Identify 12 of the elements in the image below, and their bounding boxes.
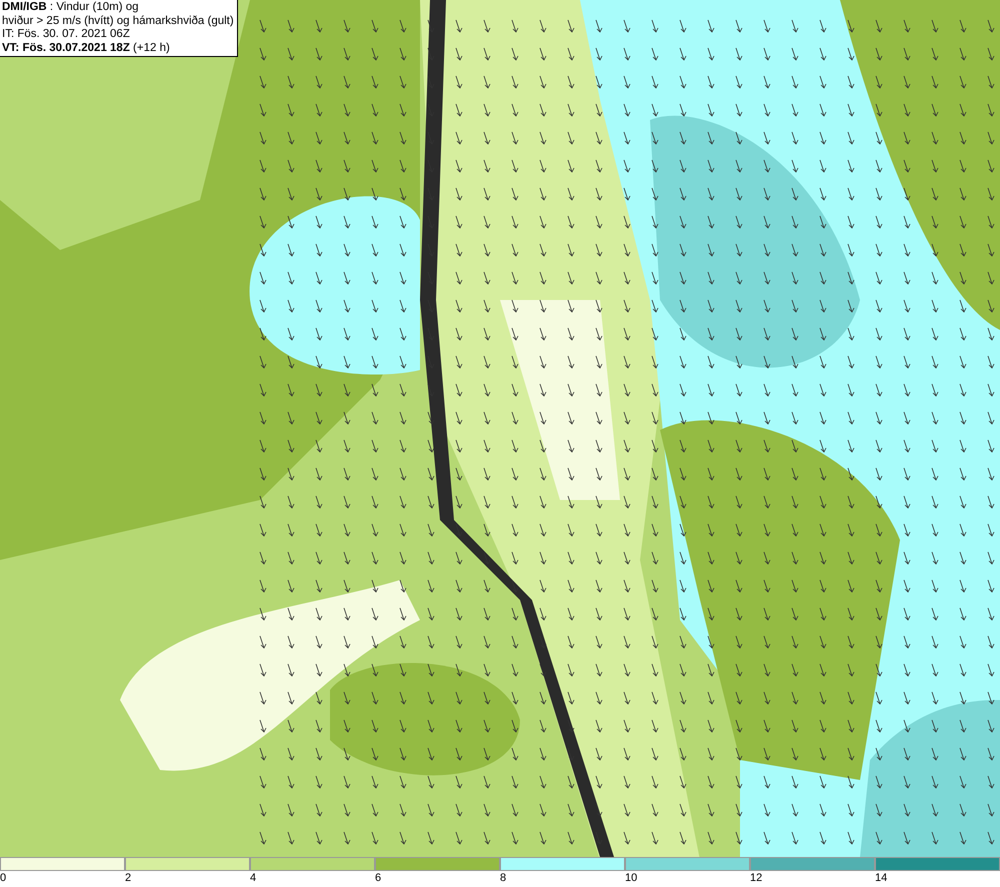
legend-label: 6 [375, 871, 382, 886]
title-text: IT: Fös. 30. 07. 2021 06Z [2, 28, 131, 42]
legend-label: 10 [625, 871, 638, 886]
legend-label: 2 [125, 871, 132, 886]
title-text: DMI/IGB : Vindur (10m) og [2, 1, 140, 14]
legend-label: 14 [875, 871, 888, 886]
legend-label: 8 [500, 871, 506, 886]
title-text: VT: Fös. 30.07.2021 18Z (+12 h) [2, 42, 171, 55]
title-text: hviður > 25 m/s (hvítt) og hámarkshviða (gult) [2, 14, 234, 28]
legend-label: 4 [250, 871, 256, 886]
legend-label: 12 [750, 871, 762, 886]
legend-label: 0 [0, 871, 6, 886]
